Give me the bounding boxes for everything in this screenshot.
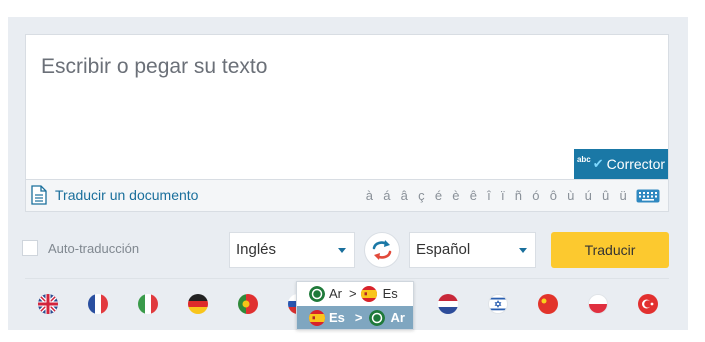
swap-arrows-icon <box>372 240 392 260</box>
corrector-label: Corrector <box>606 156 666 172</box>
pair2-separator: > <box>354 310 363 325</box>
swap-languages-button[interactable] <box>364 232 400 268</box>
divider <box>25 278 669 279</box>
auto-translate-label: Auto-traducción <box>48 240 140 256</box>
china-flag-icon[interactable] <box>538 294 558 314</box>
israel-flag-icon[interactable] <box>488 294 508 314</box>
corrector-button[interactable]: abc ✔ Corrector <box>574 149 668 179</box>
spain-flag-icon <box>360 285 377 302</box>
source-text-placeholder: Escribir o pegar su texto <box>41 55 268 78</box>
target-language-select[interactable]: Español <box>409 232 536 268</box>
accent-characters[interactable]: à á â ç é è ê î ï ñ ó ô ù ú û ü <box>366 188 630 203</box>
chevron-down-icon <box>519 248 527 253</box>
check-icon: ✔ <box>592 156 604 171</box>
turkey-flag-icon[interactable] <box>638 294 658 314</box>
corrector-abc-label: abc <box>576 154 591 164</box>
target-language-value: Español <box>416 241 471 258</box>
pair2-to: Ar <box>390 310 405 325</box>
uk-flag-icon[interactable] <box>38 294 58 314</box>
spain-flag-icon <box>309 309 325 326</box>
auto-translate-checkbox[interactable] <box>22 240 38 256</box>
language-pair-popup: Ar > Es Es > Ar <box>296 281 414 330</box>
chevron-down-icon <box>338 248 346 253</box>
pair1-separator: > <box>349 286 357 301</box>
editor-toolbar: Traducir un documento à á â ç é è ê î ï … <box>25 180 669 212</box>
pair1-to: Es <box>382 286 398 301</box>
pair-ar-es-option[interactable]: Ar > Es <box>297 282 413 305</box>
source-language-value: Inglés <box>236 241 277 258</box>
italy-flag-icon[interactable] <box>138 294 158 314</box>
source-text-area[interactable]: Escribir o pegar su texto abc ✔ Correcto… <box>25 34 669 180</box>
arabic-flag-icon <box>368 309 385 326</box>
germany-flag-icon[interactable] <box>188 294 208 314</box>
document-icon <box>31 185 47 205</box>
pair-es-ar-option[interactable]: Es > Ar <box>297 306 413 329</box>
translate-button[interactable]: Traducir <box>551 232 669 268</box>
translate-document-label: Traducir un documento <box>55 187 199 203</box>
source-language-select[interactable]: Inglés <box>229 232 355 268</box>
translate-document-link[interactable]: Traducir un documento <box>31 185 198 205</box>
pair2-from: Es <box>329 310 345 325</box>
pair1-from: Ar <box>329 286 342 301</box>
poland-flag-icon[interactable] <box>588 294 608 314</box>
france-flag-icon[interactable] <box>88 294 108 314</box>
netherlands-flag-icon[interactable] <box>438 294 458 314</box>
keyboard-icon[interactable] <box>636 189 660 203</box>
arabic-flag-icon <box>309 285 325 302</box>
auto-translate-option[interactable]: Auto-traducción <box>22 240 139 256</box>
portugal-flag-icon[interactable] <box>238 294 258 314</box>
